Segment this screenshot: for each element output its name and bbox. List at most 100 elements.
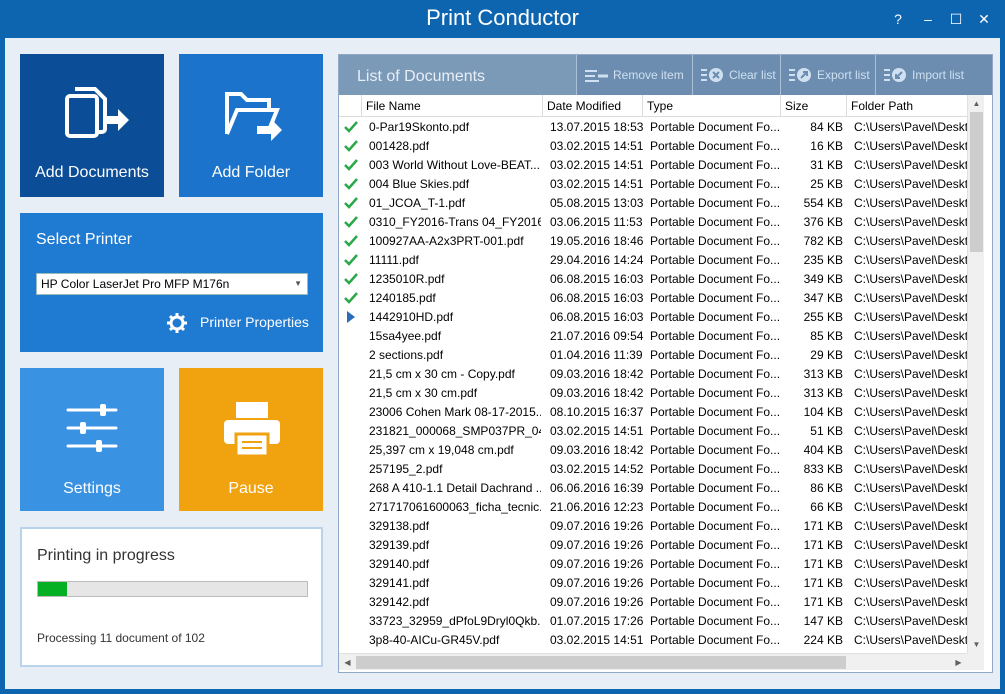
scroll-left-icon[interactable]: ◀ [339,654,356,671]
maximize-button[interactable]: ☐ [946,9,966,29]
status-cell [344,500,358,515]
status-cell [344,443,358,458]
progress-panel: Printing in progress Processing 11 docum… [20,527,323,667]
cell-size: 224 KB [803,633,843,647]
add-documents-button[interactable]: Add Documents [20,54,164,197]
current-item-icon [344,310,358,325]
table-row[interactable]: 2 sections.pdf 01.04.2016 11:39 Portable D… [339,346,967,365]
table-row[interactable]: 1235010R.pdf 06.08.2015 16:03 Portable Doc… [339,270,967,289]
table-row[interactable]: 100927AA-A2x3PRT-001.pdf 19.05.2016 18:46… [339,232,967,251]
table-row[interactable]: 001428.pdf 03.02.2015 14:51 Portable Docum… [339,137,967,156]
scroll-down-icon[interactable]: ▼ [968,636,985,653]
table-row[interactable]: 0-Par19Skonto.pdf 13.07.2015 18:53 Portabl… [339,118,967,137]
cell-size: 16 KB [810,139,843,153]
table-row[interactable]: 329141.pdf 09.07.2016 19:26 Portable Docum… [339,574,967,593]
cell-folder-path: C:\Users\Pavel\Deskt [854,196,967,210]
table-row[interactable]: 33723_32959_dPfoL9Dryl0Qkb... 01.07.2015 … [339,612,967,631]
cell-folder-path: C:\Users\Pavel\Deskt [854,367,967,381]
check-icon [344,139,358,154]
minimize-button[interactable]: – [918,9,938,29]
cell-size: 376 KB [803,215,843,229]
cell-folder-path: C:\Users\Pavel\Deskt [854,557,967,571]
table-row[interactable]: 271717061600063_ficha_tecnic... 21.06.201… [339,498,967,517]
vertical-scroll-thumb[interactable] [970,112,983,252]
cell-type: Portable Document Fo... [650,158,781,172]
table-row[interactable]: 329138.pdf 09.07.2016 19:26 Portable Docum… [339,517,967,536]
cell-date-modified: 01.04.2016 11:39 [550,348,643,362]
scroll-right-icon[interactable]: ▶ [950,654,967,671]
cell-type: Portable Document Fo... [650,462,781,476]
add-folder-icon [225,92,282,141]
cell-date-modified: 09.03.2016 18:42 [550,367,644,381]
import-list-label: Import list [912,68,965,82]
check-icon [344,158,358,173]
remove-item-button[interactable]: Remove item [576,55,692,95]
printer-select[interactable]: HP Color LaserJet Pro MFP M176n ▼ [36,273,308,295]
status-column-header[interactable] [339,95,362,117]
import-list-button[interactable]: Import list [875,55,992,95]
export-list-button[interactable]: Export list [780,55,875,95]
title-bar: Print Conductor ? – ☐ ✕ [0,0,1005,38]
cell-size: 104 KB [803,405,843,419]
cell-date-modified: 08.10.2015 16:37 [550,405,644,419]
cell-folder-path: C:\Users\Pavel\Deskt [854,633,967,647]
cell-date-modified: 13.07.2015 18:53 [550,120,644,134]
table-row[interactable]: 23006 Cohen Mark 08-17-2015... 08.10.2015… [339,403,967,422]
table-row[interactable]: 21,5 cm x 30 cm.pdf 09.03.2016 18:42 Porta… [339,384,967,403]
cell-type: Portable Document Fo... [650,500,781,514]
table-row[interactable]: 231821_000068_SMP037PR_04... 03.02.2015 1… [339,422,967,441]
cell-file-name: 1235010R.pdf [369,272,445,286]
scroll-up-icon[interactable]: ▲ [968,95,985,112]
table-row[interactable]: 25,397 cm x 19,048 cm.pdf 09.03.2016 18:4… [339,441,967,460]
column-header-date-modified[interactable]: Date Modified [543,95,643,117]
documents-table[interactable]: 0-Par19Skonto.pdf 13.07.2015 18:53 Portabl… [339,118,967,653]
status-cell [344,386,358,401]
table-row[interactable]: 0310_FY2016-Trans 04_FY2016... 03.06.2015… [339,213,967,232]
remove-item-label: Remove item [613,68,684,82]
column-header-file-name[interactable]: File Name [362,95,543,117]
table-row[interactable]: 257195_2.pdf 03.02.2015 14:52 Portable Doc… [339,460,967,479]
table-row[interactable]: 003 World Without Love-BEAT... 03.02.2015… [339,156,967,175]
table-row[interactable]: 15sa4yee.pdf 21.07.2016 09:54 Portable Doc… [339,327,967,346]
column-header-folder-path[interactable]: Folder Path [847,95,967,117]
progress-status: Processing 11 document of 102 [37,631,205,645]
cell-file-name: 271717061600063_ficha_tecnic... [369,500,541,514]
settings-label: Settings [63,480,121,497]
column-header-type[interactable]: Type [643,95,781,117]
table-row[interactable]: 329139.pdf 09.07.2016 19:26 Portable Docum… [339,536,967,555]
help-button[interactable]: ? [888,9,908,29]
table-row[interactable]: 3p8-40-AICu-GR45V.pdf 03.02.2015 14:51 Por… [339,631,967,650]
add-documents-label: Add Documents [35,164,149,181]
table-row[interactable]: 268 A 410-1.1 Detail Dachrand ... 06.06.2… [339,479,967,498]
close-button[interactable]: ✕ [974,9,994,29]
settings-button[interactable]: Settings [20,368,164,511]
horizontal-scroll-thumb[interactable] [356,656,846,669]
table-row[interactable]: 01_JCOA_T-1.pdf 05.08.2015 13:03 Portable … [339,194,967,213]
cell-folder-path: C:\Users\Pavel\Deskt [854,253,967,267]
table-row[interactable]: 1240185.pdf 06.08.2015 16:03 Portable Docu… [339,289,967,308]
vertical-scrollbar[interactable]: ▲ ▼ [967,95,984,653]
table-row[interactable]: 1442910HD.pdf 06.08.2015 16:03 Portable Do… [339,308,967,327]
table-row[interactable]: 004 Blue Skies.pdf 03.02.2015 14:51 Portab… [339,175,967,194]
cell-type: Portable Document Fo... [650,633,781,647]
table-row[interactable]: 21,5 cm x 30 cm - Copy.pdf 09.03.2016 18:… [339,365,967,384]
column-header-size[interactable]: Size [781,95,847,117]
cell-type: Portable Document Fo... [650,253,781,267]
cell-date-modified: 03.02.2015 14:51 [550,158,644,172]
table-row[interactable]: 329142.pdf 09.07.2016 19:26 Portable Docum… [339,593,967,612]
pause-button[interactable]: Pause [179,368,323,511]
cell-folder-path: C:\Users\Pavel\Deskt [854,120,967,134]
clear-list-button[interactable]: Clear list [692,55,780,95]
cell-type: Portable Document Fo... [650,614,781,628]
cell-size: 235 KB [803,253,843,267]
import-list-icon [884,68,906,82]
horizontal-scrollbar[interactable]: ◀ ▶ [339,653,967,670]
table-row[interactable]: 329140.pdf 09.07.2016 19:26 Portable Docum… [339,555,967,574]
add-folder-button[interactable]: Add Folder [179,54,323,197]
cell-folder-path: C:\Users\Pavel\Deskt [854,215,967,229]
cell-file-name: 21,5 cm x 30 cm - Copy.pdf [369,367,515,381]
table-row[interactable]: 11111.pdf 29.04.2016 14:24 Portable Docume… [339,251,967,270]
cell-file-name: 0-Par19Skonto.pdf [369,120,470,134]
cell-folder-path: C:\Users\Pavel\Deskt [854,405,967,419]
progress-title: Printing in progress [37,547,175,564]
